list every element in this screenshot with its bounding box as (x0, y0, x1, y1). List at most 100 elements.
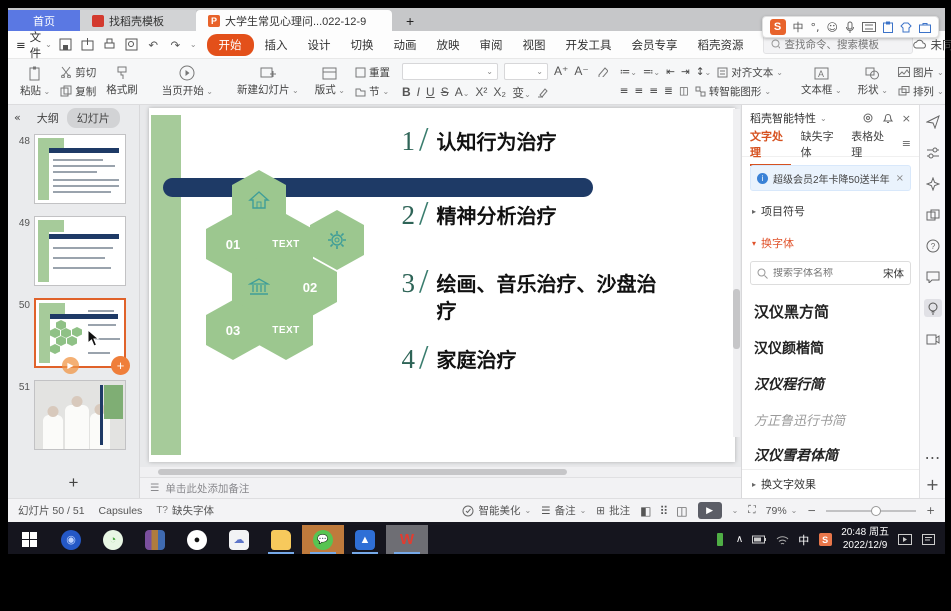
collapse-panel-icon[interactable]: « (14, 111, 21, 124)
taskbar-app-cloud[interactable]: ☁ (218, 525, 260, 554)
ribbon-tab-member[interactable]: 会员专享 (623, 34, 687, 56)
font-search[interactable]: 宋体 (750, 261, 911, 285)
slide-thumbnail-50[interactable]: 50 (8, 298, 139, 368)
cut-button[interactable]: 剪切 (60, 65, 96, 80)
align-left-button[interactable]: ≡ (620, 85, 629, 97)
skin-icon[interactable] (900, 22, 912, 33)
columns-button[interactable]: ◫ (679, 85, 689, 97)
slide-canvas[interactable]: 01 TEXT 02 03 TEXT 1 / (140, 105, 741, 467)
file-menu[interactable]: ≡ 文件 ⌄ (16, 29, 52, 61)
section-bullets[interactable]: ▸ 项目符号 (742, 195, 919, 227)
textbox-button[interactable]: A 文本框 ⌄ (795, 61, 848, 102)
scrollbar-thumb[interactable] (733, 289, 740, 349)
ribbon-tab-insert[interactable]: 插入 (256, 34, 297, 56)
font-option[interactable]: 汉仪颜楷简 (754, 330, 907, 366)
command-search-input[interactable] (785, 39, 905, 51)
zoom-out-icon[interactable]: − (807, 505, 816, 517)
undo-icon[interactable]: ↶ (146, 37, 161, 52)
panel-menu-icon[interactable]: ≡ (902, 137, 911, 150)
chevron-down-icon[interactable]: ⌄ (820, 114, 827, 123)
notes-button[interactable]: ☰备注⌄ (541, 503, 586, 518)
font-name-select[interactable]: ⌄ (402, 63, 498, 80)
new-slide-button[interactable]: 新建幻灯片 ⌄ (231, 61, 305, 102)
smart-features-lightbulb-icon[interactable] (924, 299, 942, 317)
bullet-list-button[interactable]: ≔⌄ (620, 66, 637, 78)
strikethrough-button[interactable]: S (441, 85, 449, 99)
arrange-button[interactable]: 排列⌄ (898, 84, 944, 99)
sync-status[interactable]: 未同步 (913, 37, 951, 53)
banner-close-icon[interactable]: × (896, 173, 904, 184)
line-spacing-button[interactable]: ↕⌄ (696, 66, 712, 78)
security-tray-icon[interactable] (713, 533, 727, 547)
text-effect-button[interactable]: 变⌄ (512, 84, 531, 101)
zoom-level[interactable]: 79%⌄ (766, 505, 798, 517)
feedback-edit-icon[interactable] (924, 268, 942, 286)
slide-thumbnail-48[interactable]: 48 (8, 134, 139, 204)
paste-button[interactable]: 粘贴 ⌄ (14, 61, 56, 102)
layers-icon[interactable] (924, 206, 942, 224)
video-popup-icon[interactable] (898, 533, 912, 547)
font-size-select[interactable]: ⌄ (504, 63, 548, 80)
list-item-2[interactable]: 2 / 精神分析治疗 (387, 200, 664, 234)
play-from-current-button[interactable]: 当页开始 ⌄ (156, 61, 219, 102)
normal-view-icon[interactable]: ◧ (640, 504, 651, 518)
close-icon[interactable]: × (902, 112, 911, 125)
slides-tab[interactable]: 幻灯片 (67, 108, 120, 128)
taskbar-wechat[interactable]: 💬 (302, 525, 344, 554)
outline-tab[interactable]: 大纲 (37, 110, 59, 126)
notification-center-icon[interactable] (921, 533, 935, 547)
section-change-font[interactable]: ▾ 换字体 (742, 227, 919, 259)
increase-indent-button[interactable]: ⇥ (681, 66, 690, 78)
scrollbar-thumb[interactable] (158, 469, 567, 475)
current-slide[interactable]: 01 TEXT 02 03 TEXT 1 / (149, 108, 735, 462)
preview-icon[interactable] (124, 37, 139, 52)
magic-star-icon[interactable] (924, 175, 942, 193)
screen-record-icon[interactable] (924, 330, 942, 348)
sorter-view-icon[interactable]: ⠿ (659, 504, 668, 518)
horizontal-scrollbar[interactable] (140, 467, 741, 477)
zoom-in-icon[interactable]: + (926, 505, 935, 517)
picture-button[interactable]: 图片⌄ (898, 65, 944, 80)
tab-missing-fonts[interactable]: 缺失字体 (801, 128, 842, 160)
smart-beautify-button[interactable]: 智能美化⌄ (462, 503, 531, 518)
toolbox-icon[interactable] (919, 22, 931, 33)
subscript-button[interactable]: X₂ (493, 85, 506, 99)
font-option[interactable]: 汉仪程行简 (754, 366, 907, 402)
italic-button[interactable]: I (417, 85, 420, 99)
taskbar-app-mountain[interactable]: ▲ (344, 525, 386, 554)
ribbon-tab-animation[interactable]: 动画 (385, 34, 426, 56)
sogou-logo[interactable]: S (770, 19, 786, 35)
adjust-sliders-icon[interactable] (924, 144, 942, 162)
add-slide-button[interactable]: + (8, 468, 139, 498)
taskbar-app-qq[interactable]: ● (176, 525, 218, 554)
list-item-1[interactable]: 1 / 认知行为治疗 (387, 126, 664, 160)
tab-text-processing[interactable]: 文字处理 (750, 128, 791, 166)
ribbon-tab-slideshow[interactable]: 放映 (428, 34, 469, 56)
format-painter-button[interactable]: 格式刷 (100, 61, 144, 102)
redo-icon[interactable]: ↷ (168, 37, 183, 52)
font-option[interactable]: 汉仪黑方简 (754, 293, 907, 330)
font-option[interactable]: 汉仪雪君体简 (754, 437, 907, 469)
fit-window-icon[interactable]: ⛶ (748, 504, 755, 517)
taskbar-app-360[interactable]: ◔ (92, 525, 134, 554)
ribbon-tab-view[interactable]: 视图 (514, 34, 555, 56)
taskbar-wps[interactable]: W (386, 525, 428, 554)
bell-icon[interactable] (882, 112, 894, 125)
bold-button[interactable]: B (402, 85, 411, 99)
layout-button[interactable]: 版式 ⌄ (309, 61, 351, 102)
font-search-input[interactable] (773, 268, 865, 279)
thumbnail-add-button[interactable]: + (111, 356, 130, 375)
taskbar-file-explorer[interactable] (260, 525, 302, 554)
decrease-indent-button[interactable]: ⇤ (666, 66, 675, 78)
clipboard-icon[interactable] (883, 21, 893, 33)
print-icon[interactable] (102, 37, 117, 52)
list-item-3[interactable]: 3 / 绘画、音乐治疗、沙盘治疗 (387, 268, 664, 326)
keyboard-icon[interactable] (862, 22, 876, 32)
more-tools-icon[interactable]: ⋯ (925, 448, 941, 467)
ime-indicator[interactable]: 中 (798, 532, 809, 548)
ribbon-tab-review[interactable]: 审阅 (471, 34, 512, 56)
battery-icon[interactable] (752, 533, 766, 547)
reading-view-icon[interactable]: ◫ (676, 504, 687, 518)
zoom-knob[interactable] (871, 506, 881, 516)
play-options-icon[interactable]: ⌄ (732, 506, 739, 515)
